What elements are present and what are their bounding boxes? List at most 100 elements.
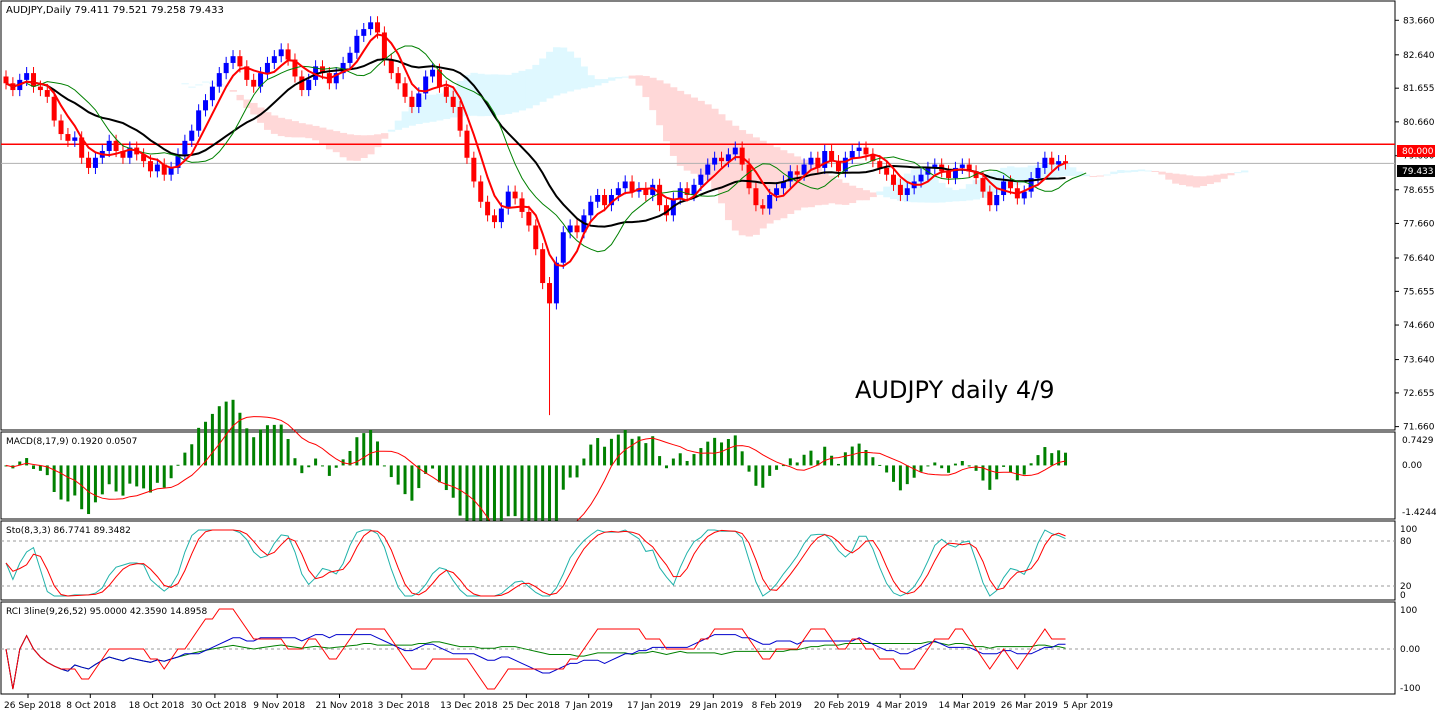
macd-bar — [747, 465, 751, 472]
cloud-segment — [532, 64, 540, 106]
bear-candle — [395, 73, 401, 84]
bull-candle — [24, 73, 30, 80]
macd-bar — [114, 465, 118, 492]
cloud-segment — [1096, 175, 1104, 177]
macd-bar — [960, 460, 964, 466]
mt4-chart[interactable]: AUDJPY,Daily 79.411 79.521 79.258 79.433… — [0, 0, 1436, 716]
rci-axis-minus100: -100 — [1400, 684, 1421, 694]
bull-candle — [904, 188, 910, 196]
macd-bar — [327, 465, 331, 476]
macd-bar — [204, 421, 208, 466]
bear-candle — [980, 178, 986, 192]
bear-candle — [464, 130, 470, 158]
macd-bar — [66, 465, 70, 502]
macd-bar — [38, 465, 42, 471]
bear-candle — [574, 225, 580, 233]
bear-candle — [37, 86, 43, 91]
macd-bar — [80, 465, 84, 510]
macd-bar — [967, 465, 971, 467]
macd-bar — [630, 438, 634, 466]
bull-candle — [72, 137, 78, 141]
price-tick-label: 72.655 — [1403, 389, 1435, 399]
cloud-segment — [965, 184, 974, 201]
date-label: 8 Oct 2018 — [66, 701, 116, 711]
bear-candle — [891, 174, 897, 185]
macd-bar — [885, 465, 889, 473]
sto-axis-100: 100 — [1400, 525, 1417, 535]
macd-bar — [671, 458, 675, 466]
cloud-segment — [1130, 169, 1139, 172]
macd-bar — [561, 465, 565, 490]
cloud-segment — [360, 135, 368, 158]
current-price-label: 79.433 — [1397, 165, 1435, 177]
bull-candle — [1056, 161, 1062, 165]
macd-bar — [451, 465, 455, 498]
bull-candle — [498, 208, 504, 223]
macd-bar — [809, 450, 813, 466]
bull-candle — [1042, 157, 1048, 168]
macd-bar — [334, 465, 338, 468]
date-label: 8 Feb 2019 — [752, 701, 803, 711]
macd-bar — [664, 465, 668, 469]
bull-candle — [822, 150, 828, 168]
price-tick-label: 77.660 — [1403, 219, 1435, 229]
price-tick-label: 83.660 — [1403, 16, 1435, 26]
cloud-segment — [663, 83, 671, 142]
macd-bar — [162, 465, 166, 488]
macd-bar — [293, 458, 297, 466]
cloud-segment — [1172, 173, 1180, 184]
macd-bar — [376, 441, 380, 466]
rci-panel[interactable]: RCI 3line(9,26,52) 95.0000 42.3590 14.89… — [0, 601, 1421, 695]
bear-candle — [44, 90, 50, 97]
price-tick-label: 78.655 — [1403, 186, 1435, 196]
macd-bar — [362, 433, 366, 466]
bear-candle — [794, 171, 800, 175]
cloud-segment — [250, 102, 258, 115]
cloud-segment — [1213, 174, 1221, 183]
cloud-segment — [1117, 170, 1125, 173]
cloud-segment — [1220, 173, 1228, 179]
bull-candle — [189, 130, 195, 141]
macd-bar — [59, 465, 63, 500]
bear-candle — [3, 76, 9, 84]
bear-candle — [602, 195, 608, 206]
bull-candle — [203, 100, 209, 111]
cloud-segment — [649, 77, 657, 111]
cloud-segment — [1199, 176, 1208, 187]
macd-bar — [589, 444, 593, 466]
bear-candle — [753, 188, 759, 206]
cloud-segment — [339, 132, 348, 158]
bull-candle — [354, 35, 360, 53]
bear-candle — [533, 225, 539, 250]
main-title: AUDJPY,Daily 79.411 79.521 79.258 79.433 — [6, 5, 224, 16]
bear-candle — [863, 147, 869, 155]
bear-candle — [113, 140, 119, 151]
macd-bar — [988, 465, 992, 490]
macd-bar — [575, 465, 579, 478]
cloud-segment — [277, 117, 286, 137]
cloud-segment — [566, 51, 575, 92]
macd-bar — [382, 465, 386, 467]
cloud-segment — [601, 79, 609, 84]
macd-bar — [974, 465, 978, 471]
macd-bar — [279, 424, 283, 466]
macd-bar — [802, 454, 806, 466]
cloud-segment — [429, 94, 437, 122]
macd-bar — [699, 448, 703, 466]
macd-bar — [437, 465, 441, 483]
cloud-segment — [1192, 176, 1201, 188]
cloud-segment — [1144, 170, 1153, 172]
cloud-segment — [236, 94, 244, 101]
macd-bar — [100, 465, 104, 495]
bear-candle — [285, 49, 291, 60]
cloud-segment — [841, 182, 850, 205]
macd-bar — [609, 438, 613, 466]
main-panel[interactable]: AUDJPY,Daily 79.411 79.521 79.258 79.433… — [0, 0, 1435, 433]
sto-title: Sto(8,3,3) 86.7741 89.3482 — [6, 526, 131, 536]
cloud-segment — [862, 190, 870, 201]
macd-bar — [940, 465, 944, 469]
cloud-segment — [305, 124, 313, 139]
bull-candle — [209, 86, 215, 101]
sto-panel[interactable]: Sto(8,3,3) 86.7741 89.3482 100 80 20 0 — [0, 520, 1417, 601]
bear-candle — [512, 191, 518, 199]
